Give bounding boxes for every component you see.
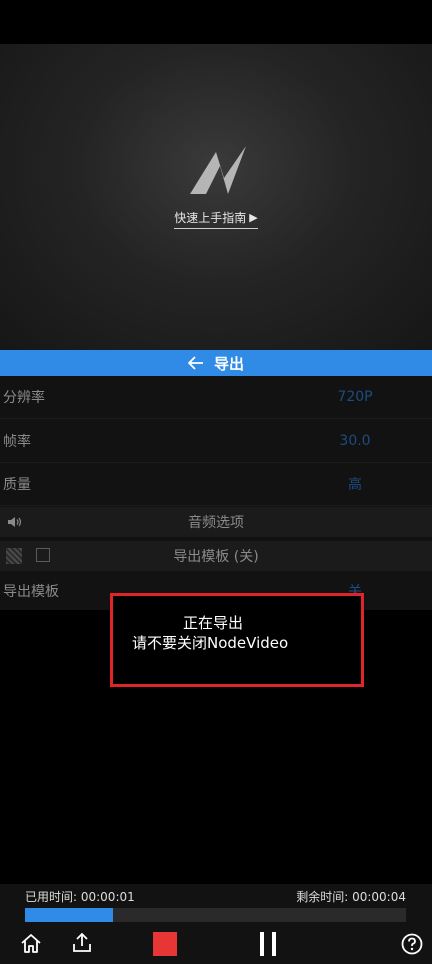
- frame-rate-row[interactable]: 帧率 30.0: [0, 420, 432, 463]
- speaker-icon: [7, 515, 23, 533]
- template-pattern-icon: [6, 548, 22, 564]
- nodevideo-logo-icon: [190, 146, 246, 194]
- elapsed-time: 已用时间: 00:00:01: [25, 890, 135, 904]
- quality-label: 质量: [3, 477, 31, 493]
- help-icon[interactable]: [400, 932, 424, 956]
- home-icon[interactable]: [18, 931, 44, 955]
- resolution-row[interactable]: 分辨率 720P: [0, 376, 432, 419]
- progress-track: [25, 908, 406, 922]
- audio-options-bar[interactable]: 音频选项: [0, 507, 432, 537]
- export-settings: 分辨率 720P 帧率 30.0 质量 高 音频选项 导出模板 (关) 导出模板…: [0, 376, 432, 610]
- quick-start-guide-link[interactable]: 快速上手指南 ▶: [174, 207, 258, 229]
- video-preview[interactable]: 快速上手指南 ▶: [0, 44, 432, 350]
- progress-fill: [25, 908, 113, 922]
- frame-rate-value[interactable]: 30.0: [300, 433, 410, 449]
- export-template-checkbox[interactable]: [36, 548, 50, 562]
- audio-options-label: 音频选项: [188, 515, 244, 531]
- quality-value[interactable]: 高: [300, 474, 410, 494]
- quality-row[interactable]: 质量 高: [0, 463, 432, 506]
- guide-link-label: 快速上手指南: [174, 211, 247, 225]
- export-header: 导出: [0, 350, 432, 376]
- status-bar: [0, 0, 432, 44]
- exporting-dialog: 正在导出 请不要关闭NodeVideo: [110, 593, 364, 687]
- back-arrow-icon[interactable]: [187, 356, 204, 370]
- pause-icon[interactable]: [257, 930, 279, 958]
- stop-icon[interactable]: [153, 932, 177, 956]
- share-icon[interactable]: [70, 930, 94, 954]
- resolution-label: 分辨率: [3, 390, 45, 406]
- frame-rate-label: 帧率: [3, 434, 31, 450]
- export-title: 导出: [213, 354, 244, 373]
- resolution-value[interactable]: 720P: [300, 389, 410, 405]
- export-template-label: 导出模板: [3, 584, 59, 600]
- export-template-section-label: 导出模板 (关): [173, 549, 259, 565]
- export-template-bar[interactable]: 导出模板 (关): [0, 541, 432, 571]
- do-not-close-warning: 请不要关闭NodeVideo: [132, 634, 289, 652]
- export-progress-panel: 已用时间: 00:00:01 剩余时间: 00:00:04: [0, 884, 432, 964]
- remaining-time: 剩余时间: 00:00:04: [296, 890, 406, 904]
- exporting-status-text: 正在导出: [183, 614, 244, 632]
- play-triangle-icon: ▶: [249, 211, 258, 224]
